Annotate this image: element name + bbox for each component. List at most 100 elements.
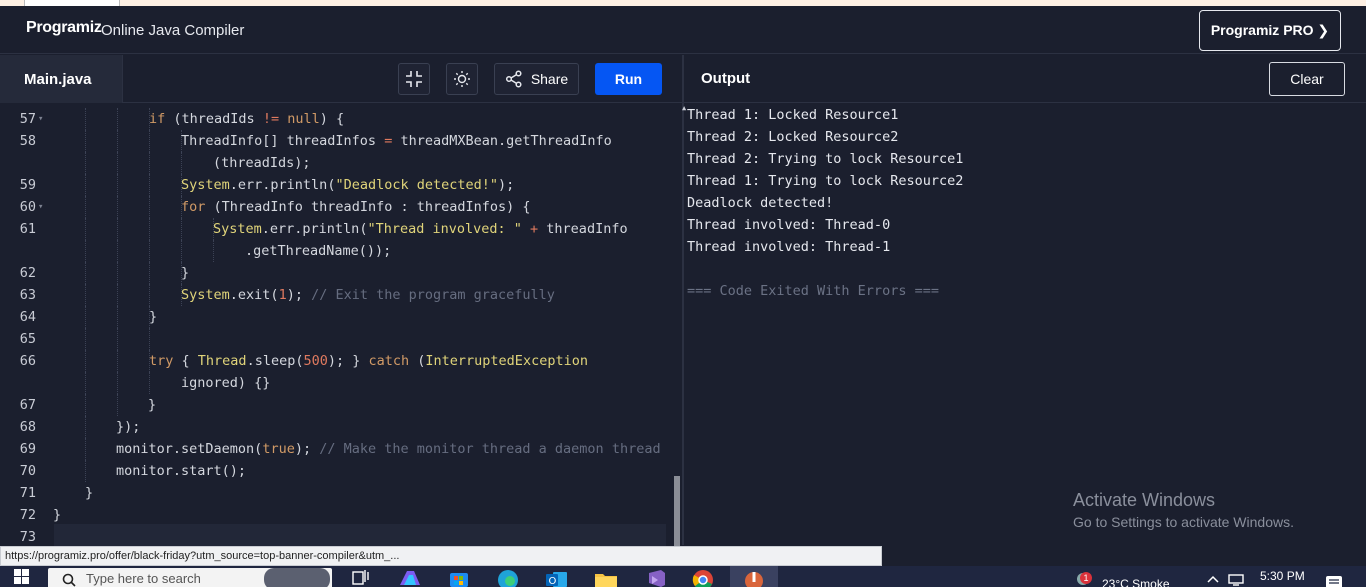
output-line: Thread 2: Trying to lock Resource1	[687, 151, 964, 167]
active-app-button[interactable]	[730, 566, 778, 587]
svg-text:O: O	[549, 576, 557, 587]
code-line[interactable]: ignored) {}	[0, 372, 672, 394]
page-title: Online Java Compiler	[101, 22, 245, 39]
indent-guide	[213, 240, 214, 262]
weather-text[interactable]: 23°C Smoke	[1102, 577, 1170, 587]
indent-guide	[149, 152, 150, 174]
code-editor[interactable]: 57 ▾ if (threadIds != null) {58 ThreadInfo[…	[0, 104, 672, 546]
chrome-icon[interactable]	[692, 569, 714, 587]
code-line[interactable]: 70 monitor.start();	[0, 460, 672, 482]
edge-icon[interactable]	[497, 569, 519, 587]
watermark-title: Activate Windows	[1073, 490, 1216, 510]
indent-guide	[117, 174, 118, 196]
indent-guide	[85, 108, 86, 130]
code-line[interactable]: 71}	[0, 482, 672, 504]
code-line[interactable]: .getThreadName());	[0, 240, 672, 262]
indent-guide	[181, 152, 182, 174]
code-line[interactable]: 66 try { Thread.sleep(500); } catch (Inte…	[0, 350, 672, 372]
indent-guide	[117, 306, 118, 328]
code-text: System.exit(1); // Exit the program grac…	[181, 287, 555, 303]
indent-guide	[85, 460, 86, 482]
scroll-up-arrow-icon[interactable]: ▲	[682, 104, 686, 112]
line-number: 60	[19, 199, 36, 215]
indent-guide	[85, 328, 86, 350]
indent-guide	[117, 394, 118, 416]
theme-toggle-button[interactable]	[446, 63, 478, 95]
line-number: 57	[19, 111, 36, 127]
indent-guide	[117, 218, 118, 240]
notifications-icon[interactable]	[1325, 575, 1343, 587]
code-text: }	[85, 485, 94, 501]
indent-guide	[85, 196, 86, 218]
chevron-up-icon[interactable]	[1207, 575, 1219, 587]
programiz-logo[interactable]: Programiz	[26, 19, 102, 37]
code-line[interactable]: 64}	[0, 306, 672, 328]
indent-guide	[85, 130, 86, 152]
line-number: 58	[19, 133, 36, 149]
network-icon[interactable]	[1228, 574, 1244, 587]
code-text: });	[116, 419, 141, 435]
fold-arrow-icon[interactable]: ▾	[38, 108, 43, 130]
indent-guide	[85, 174, 86, 196]
programiz-pro-button[interactable]: Programiz PRO ❯	[1199, 10, 1341, 51]
code-text: .getThreadName());	[245, 243, 392, 259]
code-line[interactable]: 60 ▾ for (ThreadInfo threadInfo : threadIn…	[0, 196, 672, 218]
indent-guide	[149, 174, 150, 196]
outlook-icon[interactable]: O	[545, 569, 569, 587]
clear-button[interactable]: Clear	[1269, 62, 1345, 96]
file-explorer-icon[interactable]	[594, 569, 618, 587]
code-text: monitor.setDaemon(true); // Make the mon…	[116, 441, 661, 457]
fold-arrow-icon[interactable]: ▾	[38, 196, 43, 218]
windows-taskbar: Type here to search O 1 23°C Smoke 5:30 …	[0, 566, 1366, 587]
code-line[interactable]: 67}	[0, 394, 672, 416]
indent-guide	[117, 130, 118, 152]
indent-guide	[149, 196, 150, 218]
indent-guide	[85, 262, 86, 284]
fullscreen-button[interactable]	[398, 63, 430, 95]
clock-time[interactable]: 5:30 PM	[1260, 569, 1305, 583]
code-line[interactable]: 65	[0, 328, 672, 350]
indent-guide	[117, 350, 118, 372]
indent-guide	[117, 328, 118, 350]
search-highlight-image	[264, 568, 330, 587]
run-button[interactable]: Run	[595, 63, 662, 95]
code-line[interactable]: 59 System.err.println("Deadlock detected!…	[0, 174, 672, 196]
line-number: 64	[19, 309, 36, 325]
indent-guide	[117, 108, 118, 130]
code-line[interactable]: 57 ▾ if (threadIds != null) {	[0, 108, 672, 130]
output-line: Thread involved: Thread-1	[687, 239, 891, 255]
indent-guide	[85, 306, 86, 328]
store-icon[interactable]	[448, 569, 470, 587]
code-line[interactable]: 61 System.err.println("Thread involved: "…	[0, 218, 672, 240]
code-line[interactable]: 58 ThreadInfo[] threadInfos = threadMXBea…	[0, 130, 672, 152]
editor-scrollbar[interactable]	[673, 104, 681, 546]
windows-start-icon[interactable]	[14, 569, 30, 587]
code-text: ignored) {}	[181, 375, 271, 391]
code-text: }	[53, 507, 62, 523]
exit-status-line: === Code Exited With Errors ===	[687, 283, 939, 299]
code-line[interactable]: 68});	[0, 416, 672, 438]
share-icon	[505, 70, 522, 88]
share-button[interactable]: Share	[494, 63, 579, 95]
code-line[interactable]: 62}	[0, 262, 672, 284]
indent-guide	[85, 240, 86, 262]
code-line[interactable]: 69 monitor.setDaemon(true); // Make the m…	[0, 438, 672, 460]
code-line[interactable]: 72}	[0, 504, 672, 526]
code-line[interactable]: (threadIds);	[0, 152, 672, 174]
task-view-icon[interactable]	[352, 569, 370, 587]
line-number: 67	[19, 397, 36, 413]
collapse-icon	[406, 71, 422, 87]
indent-guide	[149, 284, 150, 306]
code-text: for (ThreadInfo threadInfo : threadInfos…	[181, 199, 531, 215]
indent-guide	[181, 218, 182, 240]
indent-guide	[149, 262, 150, 284]
output-line: Thread involved: Thread-0	[687, 217, 891, 233]
line-number: 68	[19, 419, 36, 435]
editor-scrollbar-thumb[interactable]	[674, 476, 680, 546]
visual-studio-icon[interactable]	[643, 569, 667, 587]
copilot-icon[interactable]	[398, 569, 422, 587]
code-text: System.err.println("Thread involved: " +…	[213, 221, 628, 237]
tab-main-java[interactable]: Main.java	[0, 55, 123, 103]
code-line[interactable]: 73	[0, 526, 672, 546]
code-line[interactable]: 63 System.exit(1); // Exit the program gr…	[0, 284, 672, 306]
